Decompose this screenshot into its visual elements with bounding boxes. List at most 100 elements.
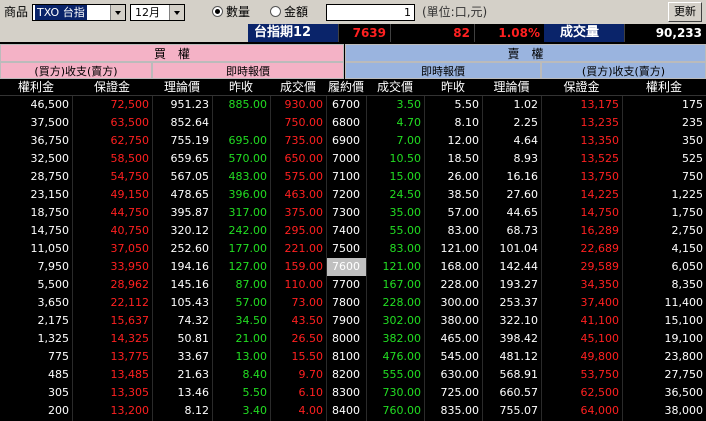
- cell-call-premium[interactable]: 11,050: [0, 240, 72, 258]
- table-row[interactable]: 18,750 44,750 395.87 317.00 375.00 7300 35.00 5…: [0, 204, 706, 222]
- cell-call-theoretical[interactable]: 194.16: [152, 258, 212, 276]
- cell-put-margin[interactable]: 13,175: [541, 96, 622, 114]
- cell-put-margin[interactable]: 64,000: [541, 402, 622, 420]
- cell-call-theoretical[interactable]: 50.81: [152, 330, 212, 348]
- cell-put-premium[interactable]: 750: [622, 168, 706, 186]
- cell-call-prev-close[interactable]: 8.40: [212, 366, 270, 384]
- quantity-input[interactable]: 1: [326, 4, 415, 21]
- cell-put-last[interactable]: 730.00: [366, 384, 424, 402]
- cell-put-premium[interactable]: 350: [622, 132, 706, 150]
- cell-call-margin[interactable]: 13,775: [72, 348, 152, 366]
- cell-call-prev-close[interactable]: 87.00: [212, 276, 270, 294]
- cell-put-prev-close[interactable]: 545.00: [424, 348, 482, 366]
- cell-strike[interactable]: 8000: [326, 330, 366, 348]
- cell-call-theoretical[interactable]: 951.23: [152, 96, 212, 114]
- cell-call-prev-close[interactable]: 317.00: [212, 204, 270, 222]
- cell-put-last[interactable]: 302.00: [366, 312, 424, 330]
- cell-put-prev-close[interactable]: 228.00: [424, 276, 482, 294]
- cell-call-premium[interactable]: 5,500: [0, 276, 72, 294]
- cell-put-margin[interactable]: 13,750: [541, 168, 622, 186]
- cell-put-theoretical[interactable]: 1.02: [482, 96, 541, 114]
- table-row[interactable]: 37,500 63,500 852.64 750.00 6800 4.70 8.10 2.25…: [0, 114, 706, 132]
- cell-call-last[interactable]: 375.00: [270, 204, 326, 222]
- table-row[interactable]: 11,050 37,050 252.60 177.00 221.00 7500 83.00 1…: [0, 240, 706, 258]
- cell-put-last[interactable]: 121.00: [366, 258, 424, 276]
- cell-put-theoretical[interactable]: 660.57: [482, 384, 541, 402]
- cell-put-last[interactable]: 24.50: [366, 186, 424, 204]
- cell-call-prev-close[interactable]: [212, 114, 270, 132]
- table-row[interactable]: 3,650 22,112 105.43 57.00 73.00 7800 228.00 300…: [0, 294, 706, 312]
- cell-call-prev-close[interactable]: 21.00: [212, 330, 270, 348]
- cell-put-margin[interactable]: 34,350: [541, 276, 622, 294]
- chevron-down-icon[interactable]: [110, 5, 125, 20]
- table-row[interactable]: 5,500 28,962 145.16 87.00 110.00 7700 167.00 22…: [0, 276, 706, 294]
- cell-call-prev-close[interactable]: 177.00: [212, 240, 270, 258]
- table-row[interactable]: 2,175 15,637 74.32 34.50 43.50 7900 302.00 380.…: [0, 312, 706, 330]
- cell-strike[interactable]: 8100: [326, 348, 366, 366]
- cell-call-last[interactable]: 463.00: [270, 186, 326, 204]
- cell-call-margin[interactable]: 63,500: [72, 114, 152, 132]
- cell-call-prev-close[interactable]: 483.00: [212, 168, 270, 186]
- refresh-button[interactable]: 更新: [668, 2, 702, 22]
- table-row[interactable]: 28,750 54,750 567.05 483.00 575.00 7100 15.00 2…: [0, 168, 706, 186]
- cell-put-prev-close[interactable]: 12.00: [424, 132, 482, 150]
- cell-put-theoretical[interactable]: 8.93: [482, 150, 541, 168]
- cell-strike[interactable]: 7400: [326, 222, 366, 240]
- cell-call-last[interactable]: 750.00: [270, 114, 326, 132]
- cell-call-last[interactable]: 159.00: [270, 258, 326, 276]
- cell-put-last[interactable]: 35.00: [366, 204, 424, 222]
- cell-call-margin[interactable]: 54,750: [72, 168, 152, 186]
- cell-strike[interactable]: 7300: [326, 204, 366, 222]
- cell-call-theoretical[interactable]: 395.87: [152, 204, 212, 222]
- cell-put-premium[interactable]: 23,800: [622, 348, 706, 366]
- cell-call-theoretical[interactable]: 567.05: [152, 168, 212, 186]
- cell-call-margin[interactable]: 22,112: [72, 294, 152, 312]
- cell-call-margin[interactable]: 62,750: [72, 132, 152, 150]
- cell-put-theoretical[interactable]: 16.16: [482, 168, 541, 186]
- table-row[interactable]: 1,325 14,325 50.81 21.00 26.50 8000 382.00 465.…: [0, 330, 706, 348]
- cell-put-margin[interactable]: 41,100: [541, 312, 622, 330]
- cell-put-margin[interactable]: 45,100: [541, 330, 622, 348]
- cell-call-premium[interactable]: 37,500: [0, 114, 72, 132]
- cell-call-margin[interactable]: 14,325: [72, 330, 152, 348]
- cell-call-theoretical[interactable]: 105.43: [152, 294, 212, 312]
- cell-call-margin[interactable]: 44,750: [72, 204, 152, 222]
- cell-call-theoretical[interactable]: 33.67: [152, 348, 212, 366]
- cell-call-prev-close[interactable]: 57.00: [212, 294, 270, 312]
- cell-call-margin[interactable]: 37,050: [72, 240, 152, 258]
- table-row[interactable]: 32,500 58,500 659.65 570.00 650.00 7000 10.50 1…: [0, 150, 706, 168]
- table-row[interactable]: 36,750 62,750 755.19 695.00 735.00 6900 7.00 12…: [0, 132, 706, 150]
- chevron-down-icon[interactable]: [169, 5, 184, 20]
- cell-put-theoretical[interactable]: 2.25: [482, 114, 541, 132]
- cell-put-margin[interactable]: 14,225: [541, 186, 622, 204]
- cell-strike[interactable]: 7500: [326, 240, 366, 258]
- cell-put-prev-close[interactable]: 38.50: [424, 186, 482, 204]
- cell-put-last[interactable]: 228.00: [366, 294, 424, 312]
- cell-call-last[interactable]: 110.00: [270, 276, 326, 294]
- cell-put-margin[interactable]: 13,350: [541, 132, 622, 150]
- cell-put-theoretical[interactable]: 68.73: [482, 222, 541, 240]
- cell-put-last[interactable]: 3.50: [366, 96, 424, 114]
- cell-put-last[interactable]: 55.00: [366, 222, 424, 240]
- cell-put-theoretical[interactable]: 481.12: [482, 348, 541, 366]
- cell-call-prev-close[interactable]: 13.00: [212, 348, 270, 366]
- cell-put-last[interactable]: 4.70: [366, 114, 424, 132]
- cell-put-margin[interactable]: 16,289: [541, 222, 622, 240]
- cell-put-premium[interactable]: 175: [622, 96, 706, 114]
- cell-call-premium[interactable]: 14,750: [0, 222, 72, 240]
- cell-put-prev-close[interactable]: 57.00: [424, 204, 482, 222]
- cell-call-last[interactable]: 15.50: [270, 348, 326, 366]
- cell-put-last[interactable]: 83.00: [366, 240, 424, 258]
- cell-call-theoretical[interactable]: 74.32: [152, 312, 212, 330]
- cell-call-last[interactable]: 43.50: [270, 312, 326, 330]
- cell-call-premium[interactable]: 200: [0, 402, 72, 420]
- cell-put-premium[interactable]: 6,050: [622, 258, 706, 276]
- cell-put-premium[interactable]: 4,150: [622, 240, 706, 258]
- cell-strike[interactable]: 7600: [326, 258, 366, 276]
- cell-put-last[interactable]: 7.00: [366, 132, 424, 150]
- cell-call-premium[interactable]: 28,750: [0, 168, 72, 186]
- cell-put-last[interactable]: 760.00: [366, 402, 424, 420]
- cell-call-last[interactable]: 650.00: [270, 150, 326, 168]
- cell-call-theoretical[interactable]: 21.63: [152, 366, 212, 384]
- cell-put-last[interactable]: 382.00: [366, 330, 424, 348]
